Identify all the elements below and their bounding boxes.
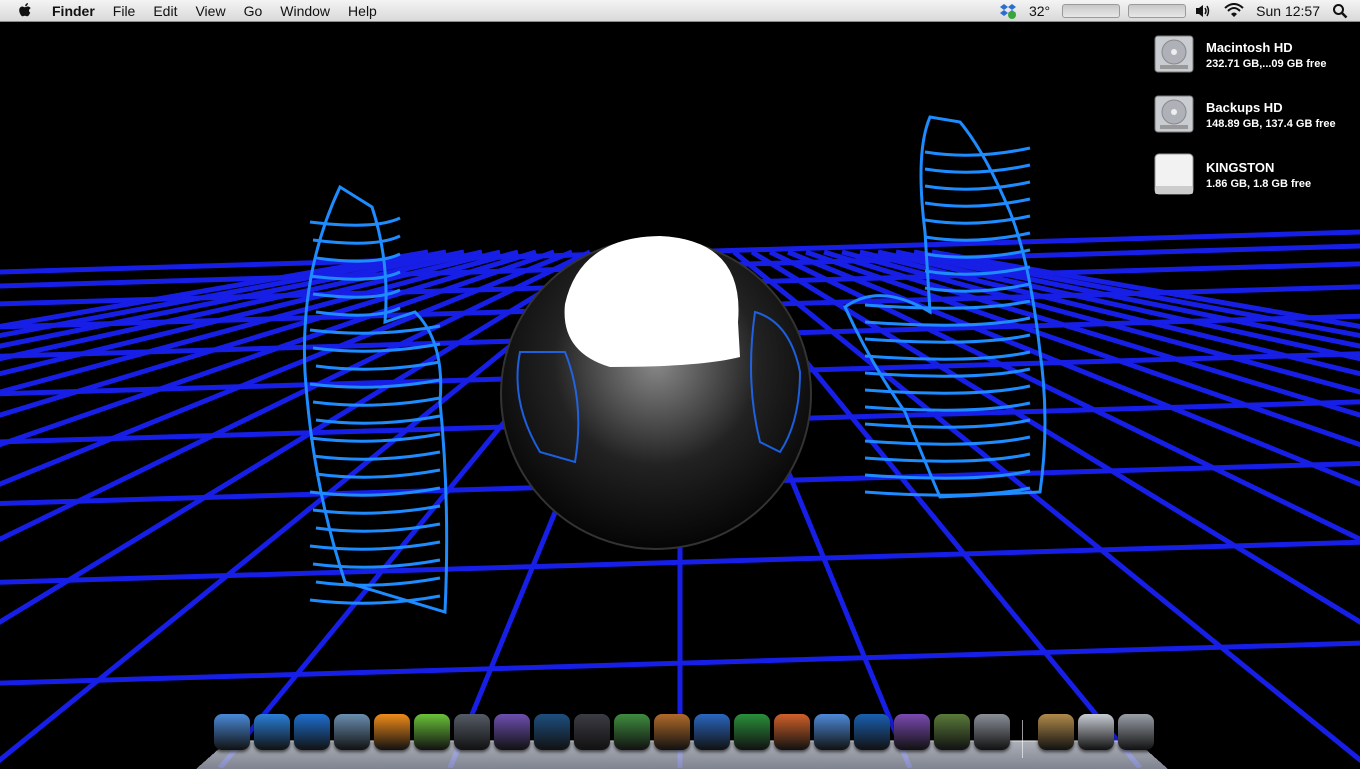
dock xyxy=(214,714,1164,758)
menu-app-name[interactable]: Finder xyxy=(48,0,104,22)
spotify-icon[interactable] xyxy=(414,714,450,750)
menu-view[interactable]: View xyxy=(186,0,234,22)
dropbox-icon[interactable] xyxy=(999,3,1017,19)
address-book-icon[interactable] xyxy=(1038,714,1074,750)
spotlight-search-icon[interactable] xyxy=(1332,3,1348,19)
downloads-stack-icon[interactable] xyxy=(1078,714,1114,750)
game-icon[interactable] xyxy=(934,714,970,750)
system-preferences-icon[interactable] xyxy=(974,714,1010,750)
powerpoint-icon[interactable] xyxy=(774,714,810,750)
hard-drive-icon xyxy=(1154,35,1194,73)
menu-help[interactable]: Help xyxy=(339,0,386,22)
preview-icon[interactable] xyxy=(334,714,370,750)
trash-icon[interactable] xyxy=(1118,714,1154,750)
excel-icon[interactable] xyxy=(734,714,770,750)
network-meter[interactable] xyxy=(1128,4,1187,18)
status-area: 32° Sun 12:57 xyxy=(999,0,1360,22)
removable-drive-icon xyxy=(1154,153,1194,195)
wunderlist-icon[interactable] xyxy=(854,714,890,750)
numbers-icon[interactable] xyxy=(614,714,650,750)
desktop-drive-backups-hd[interactable]: Backups HD 148.89 GB, 137.4 GB free xyxy=(1152,92,1352,138)
menu-bar: Finder File Edit View Go Window Help 32°… xyxy=(0,0,1360,22)
volume-icon[interactable] xyxy=(1194,3,1212,19)
menu-edit[interactable]: Edit xyxy=(144,0,186,22)
cpu-meter[interactable] xyxy=(1062,4,1121,18)
menu-file[interactable]: File xyxy=(104,0,145,22)
vlc-icon[interactable] xyxy=(374,714,410,750)
drive-name: KINGSTON xyxy=(1206,160,1275,175)
itunes-icon[interactable] xyxy=(294,714,330,750)
xcode-icon[interactable] xyxy=(814,714,850,750)
menu-clock[interactable]: Sun 12:57 xyxy=(1256,3,1320,19)
finder-icon[interactable] xyxy=(214,714,250,750)
photoshop-icon[interactable] xyxy=(534,714,570,750)
keynote-icon[interactable] xyxy=(654,714,690,750)
drive-capacity: 232.71 GB,...09 GB free xyxy=(1206,58,1327,70)
wifi-icon[interactable] xyxy=(1224,3,1244,19)
word-icon[interactable] xyxy=(694,714,730,750)
drive-name: Macintosh HD xyxy=(1206,40,1293,55)
weather-temperature[interactable]: 32° xyxy=(1029,3,1050,19)
aperture-icon[interactable] xyxy=(574,714,610,750)
dock-separator xyxy=(1022,720,1023,758)
menu-go[interactable]: Go xyxy=(235,0,272,22)
menu-window[interactable]: Window xyxy=(271,0,339,22)
disk-utility-icon[interactable] xyxy=(454,714,490,750)
safari-icon[interactable] xyxy=(254,714,290,750)
desktop-drive-macintosh-hd[interactable]: Macintosh HD 232.71 GB,...09 GB free xyxy=(1152,32,1352,78)
drive-capacity: 1.86 GB, 1.8 GB free xyxy=(1206,178,1312,190)
desktop-drive-kingston[interactable]: KINGSTON 1.86 GB, 1.8 GB free xyxy=(1152,152,1352,198)
apple-logo-icon[interactable] xyxy=(18,2,34,19)
drive-name: Backups HD xyxy=(1206,100,1283,115)
imovie-icon[interactable] xyxy=(494,714,530,750)
torrent-icon[interactable] xyxy=(894,714,930,750)
drive-capacity: 148.89 GB, 137.4 GB free xyxy=(1206,118,1336,130)
hard-drive-icon xyxy=(1154,95,1194,133)
